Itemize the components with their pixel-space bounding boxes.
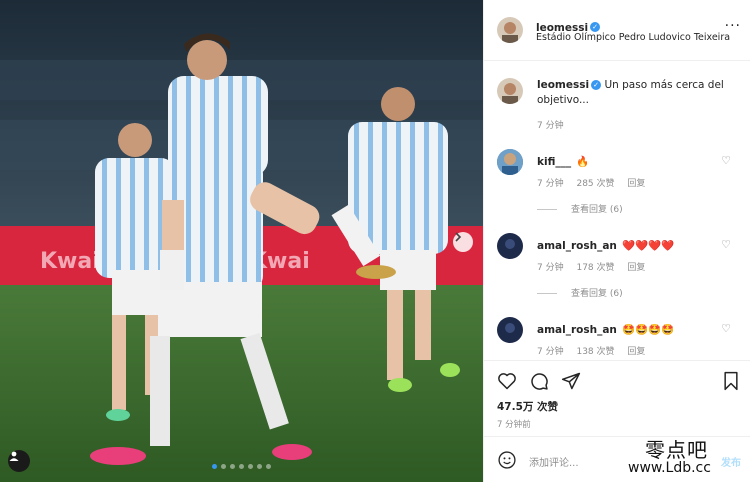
profile-photo	[497, 233, 523, 259]
comment-likes[interactable]: 138 次赞	[576, 347, 614, 357]
comment-likes[interactable]: 178 次赞	[576, 263, 614, 273]
caption-username[interactable]: leomessi	[537, 79, 589, 91]
carousel-dot	[239, 464, 244, 469]
location-link[interactable]: Estádio Olímpico Pedro Ludovico Teixeira	[536, 32, 730, 43]
caption-time: 7 分钟	[537, 118, 574, 131]
timestamp: 7 分钟	[537, 263, 564, 273]
carousel-dot	[230, 464, 235, 469]
comment-username[interactable]: amal_rosh_an	[537, 240, 617, 252]
comment-meta: 7 分钟 285 次赞 回复	[537, 176, 655, 189]
next-image-button[interactable]	[453, 232, 473, 252]
likes-count[interactable]: 47.5万 次赞	[497, 399, 558, 414]
comment-text: 🔥	[576, 156, 590, 168]
post-timestamp[interactable]: 7 分钟前	[497, 418, 531, 430]
comment-row: amal_rosh_an ❤️❤️❤️❤️	[537, 234, 674, 253]
like-comment-heart-icon[interactable]: ♡	[721, 238, 731, 251]
avatar[interactable]	[497, 317, 523, 343]
avatar[interactable]	[497, 78, 523, 104]
avatar[interactable]	[497, 233, 523, 259]
carousel-dot	[266, 464, 271, 469]
profile-photo	[497, 78, 523, 104]
watermark-url: www.Ldb.cc	[628, 460, 711, 476]
verified-badge-icon: ✓	[591, 80, 602, 90]
caption: leomessi ✓ Un paso más cerca del objetivo…	[537, 78, 737, 108]
celebration-image: Kwai Kwai	[0, 0, 483, 482]
view-replies-label: 查看回复 (6)	[571, 205, 623, 215]
reply-button[interactable]: 回复	[627, 263, 645, 273]
view-replies-button[interactable]: 查看回复 (6)	[537, 286, 623, 299]
chevron-right-icon	[455, 232, 462, 242]
comment-meta: 7 分钟 138 次赞 回复	[537, 344, 655, 357]
tagged-users-button[interactable]	[8, 450, 30, 472]
comment-icon[interactable]	[529, 371, 549, 391]
heart-icon[interactable]	[497, 371, 517, 391]
divider	[537, 209, 557, 210]
timestamp: 7 分钟	[537, 347, 564, 357]
reply-button[interactable]: 回复	[627, 179, 645, 189]
verified-badge-icon: ✓	[590, 21, 601, 32]
share-icon[interactable]	[561, 371, 581, 391]
comment-text: ❤️❤️❤️❤️	[621, 240, 675, 252]
carousel-dot	[257, 464, 262, 469]
carousel-dot	[221, 464, 226, 469]
post-side-panel: leomessi ✓ Estádio Olímpico Pedro Ludovic…	[483, 0, 750, 482]
comment-text: 🤩🤩🤩🤩	[621, 324, 675, 336]
carousel-dot	[212, 464, 217, 469]
timestamp: 7 分钟	[537, 179, 564, 189]
like-comment-heart-icon[interactable]: ♡	[721, 154, 731, 167]
profile-photo	[497, 317, 523, 343]
avatar[interactable]	[497, 149, 523, 175]
post-actions: 47.5万 次赞 7 分钟前	[484, 360, 750, 436]
reply-button[interactable]: 回复	[627, 347, 645, 357]
carousel-indicator	[0, 464, 483, 469]
profile-photo	[497, 17, 523, 43]
post-comment-button[interactable]: 发布	[721, 454, 741, 469]
comment-username[interactable]: kifi___	[537, 156, 571, 168]
comment-row: kifi___ 🔥	[537, 150, 589, 169]
comment-row: amal_rosh_an 🤩🤩🤩🤩	[537, 318, 674, 337]
profile-photo	[497, 149, 523, 175]
timestamp: 7 分钟	[537, 121, 564, 131]
bookmark-icon[interactable]	[722, 371, 740, 391]
avatar[interactable]	[497, 17, 523, 43]
post-header: leomessi ✓ Estádio Olímpico Pedro Ludovic…	[484, 0, 750, 61]
comment-username[interactable]: amal_rosh_an	[537, 324, 617, 336]
comment-likes[interactable]: 285 次赞	[576, 179, 614, 189]
like-comment-heart-icon[interactable]: ♡	[721, 322, 731, 335]
post-photo[interactable]: Kwai Kwai	[0, 0, 483, 482]
comments-list[interactable]: leomessi ✓ Un paso más cerca del objetivo…	[484, 62, 750, 360]
ellipsis-icon[interactable]: ···	[725, 18, 741, 34]
comment-meta: 7 分钟 178 次赞 回复	[537, 260, 655, 273]
view-replies-button[interactable]: 查看回复 (6)	[537, 202, 623, 215]
watermark-text: 零点吧	[645, 438, 708, 462]
carousel-dot	[248, 464, 253, 469]
divider	[537, 293, 557, 294]
comment-input[interactable]: 添加评论...	[529, 454, 579, 469]
svg-text:Kwai: Kwai	[40, 249, 100, 274]
view-replies-label: 查看回复 (6)	[571, 289, 623, 299]
emoji-icon[interactable]	[497, 450, 517, 470]
user-icon	[9, 451, 19, 461]
